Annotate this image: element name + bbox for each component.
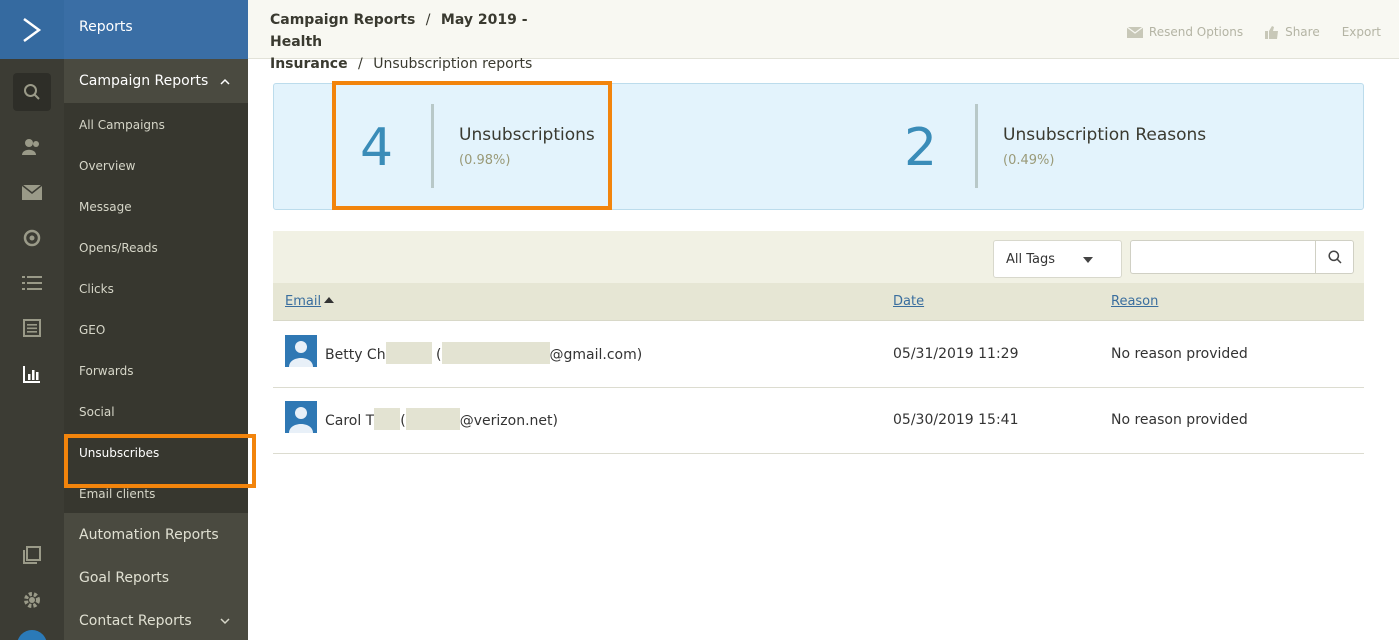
- search-button[interactable]: [1315, 240, 1354, 274]
- menu-item-email-clients[interactable]: Email clients: [64, 472, 248, 513]
- menu-item-message[interactable]: Message: [64, 185, 248, 226]
- breadcrumb-current: Unsubscription reports: [373, 56, 533, 72]
- search-icon: [1327, 250, 1342, 264]
- breadcrumb-campaign-cont[interactable]: Insurance: [270, 56, 348, 72]
- stat-percent: (0.49%): [1003, 153, 1055, 168]
- menu-item-social[interactable]: Social: [64, 390, 248, 431]
- contact-name: Betty Ch: [325, 347, 386, 363]
- stat-divider: [431, 104, 434, 188]
- report-actions: Resend Options Share Export: [1126, 25, 1381, 39]
- share-label: Share: [1285, 25, 1320, 39]
- export-label: Export: [1341, 25, 1381, 39]
- tags-dropdown-value: All Tags: [1006, 252, 1056, 267]
- contact-name-email[interactable]: Betty Ch (@gmail.com): [325, 342, 643, 364]
- table-row[interactable]: Betty Ch (@gmail.com) 05/31/2019 11:29 N…: [273, 322, 1364, 388]
- menu-item-overview[interactable]: Overview: [64, 144, 248, 185]
- row-reason: No reason provided: [1111, 412, 1248, 428]
- menu-section-automation-reports[interactable]: Automation Reports: [64, 513, 248, 556]
- search-input[interactable]: [1130, 240, 1316, 274]
- stat-percent: (0.98%): [459, 153, 511, 168]
- sort-ascending-icon[interactable]: [324, 297, 334, 303]
- menu-item-all-campaigns[interactable]: All Campaigns: [64, 103, 248, 144]
- share-button[interactable]: Share: [1265, 25, 1320, 39]
- chevron-down-icon: [220, 613, 230, 629]
- menu-section-campaign-reports[interactable]: Campaign Reports: [64, 59, 248, 103]
- stat-unsubscription-reasons: 2 Unsubscription Reasons (0.49%): [814, 104, 1354, 188]
- resend-options-label: Resend Options: [1148, 25, 1244, 39]
- apps-icon[interactable]: [0, 535, 64, 575]
- settings-icon[interactable]: [0, 580, 64, 620]
- table-header: Email Date Reason: [273, 283, 1364, 321]
- redacted-text: [374, 408, 401, 430]
- row-reason: No reason provided: [1111, 346, 1248, 362]
- caret-down-icon: [1083, 257, 1093, 263]
- automations-icon[interactable]: [0, 218, 64, 258]
- stat-value: 2: [904, 118, 938, 178]
- campaign-reports-submenu: All Campaigns Overview Message Opens/Rea…: [64, 103, 256, 513]
- redacted-text: [385, 342, 432, 364]
- resend-options-button[interactable]: Resend Options: [1126, 25, 1244, 39]
- menu-section-contact-reports[interactable]: Contact Reports: [64, 599, 248, 640]
- table-filter-bar: All Tags: [273, 231, 1364, 283]
- search-icon[interactable]: [13, 73, 51, 111]
- breadcrumb-root[interactable]: Campaign Reports: [270, 12, 415, 28]
- contacts-icon[interactable]: [0, 127, 64, 167]
- logo-icon[interactable]: [0, 0, 64, 59]
- row-date: 05/30/2019 15:41: [893, 412, 1019, 428]
- unsubscription-stats: 4 Unsubscriptions (0.98%) 2 Unsubscripti…: [273, 83, 1364, 210]
- reports-icon[interactable]: [0, 354, 64, 394]
- redacted-text: [405, 408, 460, 430]
- export-button[interactable]: Export: [1342, 25, 1381, 39]
- stat-label: Unsubscription Reasons: [1003, 125, 1207, 145]
- forms-icon[interactable]: [0, 308, 64, 348]
- menu-item-clicks[interactable]: Clicks: [64, 267, 248, 308]
- icon-rail: [0, 0, 64, 640]
- column-date[interactable]: Date: [893, 294, 924, 309]
- top-bar: Campaign Reports / May 2019 - Health Ins…: [248, 0, 1399, 72]
- menu-item-unsubscribes[interactable]: Unsubscribes: [64, 431, 256, 488]
- lists-icon[interactable]: [0, 263, 64, 303]
- contact-email: @verizon.net): [459, 413, 558, 429]
- menu-section-label: Contact Reports: [79, 613, 192, 629]
- user-avatar[interactable]: [17, 630, 47, 640]
- column-reason[interactable]: Reason: [1111, 294, 1158, 309]
- stat-label: Unsubscriptions: [459, 125, 595, 145]
- contact-name-email[interactable]: Carol T(@verizon.net): [325, 408, 558, 430]
- menu-header: Reports: [64, 0, 248, 59]
- stat-value: 4: [360, 118, 394, 178]
- campaigns-icon[interactable]: [0, 172, 64, 212]
- breadcrumb: Campaign Reports / May 2019 - Health Ins…: [270, 9, 560, 75]
- thumbs-up-icon: [1265, 25, 1279, 39]
- tags-dropdown[interactable]: All Tags: [993, 240, 1122, 278]
- breadcrumb-separator: /: [358, 56, 363, 72]
- menu-item-opens-reads[interactable]: Opens/Reads: [64, 226, 248, 267]
- contact-name: Carol T: [325, 413, 375, 429]
- reports-menu: Reports Campaign Reports All Campaigns O…: [64, 0, 256, 640]
- stat-divider: [975, 104, 978, 188]
- breadcrumb-separator: /: [425, 12, 431, 28]
- menu-item-forwards[interactable]: Forwards: [64, 349, 248, 390]
- menu-section-goal-reports[interactable]: Goal Reports: [64, 556, 248, 599]
- contact-email: @gmail.com): [549, 347, 643, 363]
- column-email[interactable]: Email: [285, 294, 321, 309]
- chevron-up-icon: [220, 73, 230, 89]
- menu-item-geo[interactable]: GEO: [64, 308, 248, 349]
- row-date: 05/31/2019 11:29: [893, 346, 1019, 362]
- stat-unsubscriptions: 4 Unsubscriptions (0.98%): [274, 104, 814, 188]
- contact-avatar: [285, 335, 317, 367]
- contact-avatar: [285, 401, 317, 433]
- envelope-icon: [1126, 26, 1143, 38]
- table-row[interactable]: Carol T(@verizon.net) 05/30/2019 15:41 N…: [273, 388, 1364, 454]
- menu-section-label: Campaign Reports: [79, 73, 209, 89]
- redacted-text: [441, 342, 550, 364]
